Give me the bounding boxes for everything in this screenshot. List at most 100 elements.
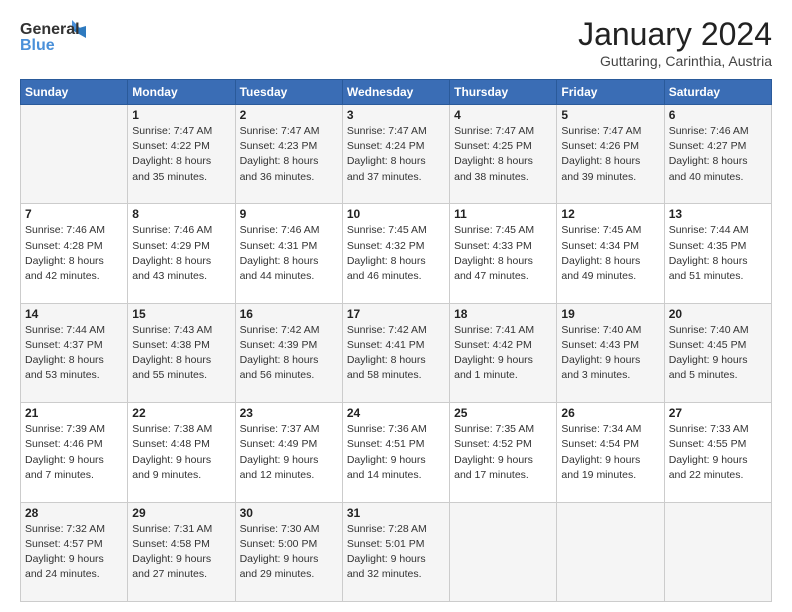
day-info: Sunrise: 7:44 AM Sunset: 4:35 PM Dayligh…: [669, 223, 767, 284]
page-header: GeneralBlue January 2024 Guttaring, Cari…: [20, 16, 772, 69]
calendar-cell: 23 Sunrise: 7:37 AM Sunset: 4:49 PM Dayli…: [235, 403, 342, 502]
day-number: 24: [347, 406, 445, 420]
day-info: Sunrise: 7:46 AM Sunset: 4:28 PM Dayligh…: [25, 223, 123, 284]
calendar-cell: 19 Sunrise: 7:40 AM Sunset: 4:43 PM Dayli…: [557, 303, 664, 402]
day-info: Sunrise: 7:38 AM Sunset: 4:48 PM Dayligh…: [132, 422, 230, 483]
day-info: Sunrise: 7:33 AM Sunset: 4:55 PM Dayligh…: [669, 422, 767, 483]
month-title: January 2024: [578, 16, 772, 53]
day-number: 8: [132, 207, 230, 221]
calendar-cell: 1 Sunrise: 7:47 AM Sunset: 4:22 PM Daylig…: [128, 105, 235, 204]
day-info: Sunrise: 7:32 AM Sunset: 4:57 PM Dayligh…: [25, 522, 123, 583]
day-number: 25: [454, 406, 552, 420]
calendar-cell: 11 Sunrise: 7:45 AM Sunset: 4:33 PM Dayli…: [450, 204, 557, 303]
day-number: 12: [561, 207, 659, 221]
day-number: 31: [347, 506, 445, 520]
header-friday: Friday: [557, 80, 664, 105]
day-info: Sunrise: 7:36 AM Sunset: 4:51 PM Dayligh…: [347, 422, 445, 483]
calendar-cell: 21 Sunrise: 7:39 AM Sunset: 4:46 PM Dayli…: [21, 403, 128, 502]
day-number: 7: [25, 207, 123, 221]
calendar-cell: 18 Sunrise: 7:41 AM Sunset: 4:42 PM Dayli…: [450, 303, 557, 402]
calendar-cell: [557, 502, 664, 601]
day-info: Sunrise: 7:45 AM Sunset: 4:33 PM Dayligh…: [454, 223, 552, 284]
calendar-cell: 5Sunrise: 7:47 AM Sunset: 4:26 PM Daylig…: [557, 105, 664, 204]
day-info: Sunrise: 7:47 AM Sunset: 4:24 PM Dayligh…: [347, 124, 445, 185]
svg-text:Blue: Blue: [20, 37, 55, 54]
day-number: 4: [454, 108, 552, 122]
calendar-cell: 4 Sunrise: 7:47 AM Sunset: 4:25 PM Daylig…: [450, 105, 557, 204]
svg-text:General: General: [20, 21, 80, 38]
calendar-cell: 16 Sunrise: 7:42 AM Sunset: 4:39 PM Dayli…: [235, 303, 342, 402]
day-info: Sunrise: 7:44 AM Sunset: 4:37 PM Dayligh…: [25, 323, 123, 384]
logo: GeneralBlue: [20, 16, 90, 54]
day-info: Sunrise: 7:47 AM Sunset: 4:23 PM Dayligh…: [240, 124, 338, 185]
day-info: Sunrise: 7:47 AM Sunset: 4:25 PM Dayligh…: [454, 124, 552, 185]
calendar-cell: 20Sunrise: 7:40 AM Sunset: 4:45 PM Dayli…: [664, 303, 771, 402]
week-row-1: 7 Sunrise: 7:46 AM Sunset: 4:28 PM Daylig…: [21, 204, 772, 303]
header-monday: Monday: [128, 80, 235, 105]
calendar-cell: 14 Sunrise: 7:44 AM Sunset: 4:37 PM Dayli…: [21, 303, 128, 402]
header-thursday: Thursday: [450, 80, 557, 105]
day-number: 11: [454, 207, 552, 221]
calendar-cell: 6 Sunrise: 7:46 AM Sunset: 4:27 PM Daylig…: [664, 105, 771, 204]
calendar-cell: 29Sunrise: 7:31 AM Sunset: 4:58 PM Dayli…: [128, 502, 235, 601]
week-row-0: 1 Sunrise: 7:47 AM Sunset: 4:22 PM Daylig…: [21, 105, 772, 204]
calendar-cell: 24 Sunrise: 7:36 AM Sunset: 4:51 PM Dayli…: [342, 403, 449, 502]
day-number: 10: [347, 207, 445, 221]
day-number: 29: [132, 506, 230, 520]
day-number: 19: [561, 307, 659, 321]
day-number: 30: [240, 506, 338, 520]
calendar-cell: 30 Sunrise: 7:30 AM Sunset: 5:00 PM Dayli…: [235, 502, 342, 601]
day-info: Sunrise: 7:47 AM Sunset: 4:22 PM Dayligh…: [132, 124, 230, 185]
calendar-cell: 26Sunrise: 7:34 AM Sunset: 4:54 PM Dayli…: [557, 403, 664, 502]
week-row-4: 28 Sunrise: 7:32 AM Sunset: 4:57 PM Dayli…: [21, 502, 772, 601]
day-info: Sunrise: 7:40 AM Sunset: 4:45 PM Dayligh…: [669, 323, 767, 384]
day-number: 18: [454, 307, 552, 321]
title-block: January 2024 Guttaring, Carinthia, Austr…: [578, 16, 772, 69]
day-number: 16: [240, 307, 338, 321]
day-info: Sunrise: 7:41 AM Sunset: 4:42 PM Dayligh…: [454, 323, 552, 384]
day-number: 23: [240, 406, 338, 420]
day-info: Sunrise: 7:34 AM Sunset: 4:54 PM Dayligh…: [561, 422, 659, 483]
day-info: Sunrise: 7:47 AM Sunset: 4:26 PM Dayligh…: [561, 124, 659, 185]
calendar-cell: [664, 502, 771, 601]
header-saturday: Saturday: [664, 80, 771, 105]
day-info: Sunrise: 7:43 AM Sunset: 4:38 PM Dayligh…: [132, 323, 230, 384]
day-number: 6: [669, 108, 767, 122]
day-number: 27: [669, 406, 767, 420]
calendar-cell: 25 Sunrise: 7:35 AM Sunset: 4:52 PM Dayli…: [450, 403, 557, 502]
day-info: Sunrise: 7:46 AM Sunset: 4:31 PM Dayligh…: [240, 223, 338, 284]
day-info: Sunrise: 7:30 AM Sunset: 5:00 PM Dayligh…: [240, 522, 338, 583]
day-info: Sunrise: 7:37 AM Sunset: 4:49 PM Dayligh…: [240, 422, 338, 483]
day-info: Sunrise: 7:42 AM Sunset: 4:39 PM Dayligh…: [240, 323, 338, 384]
day-info: Sunrise: 7:40 AM Sunset: 4:43 PM Dayligh…: [561, 323, 659, 384]
calendar-cell: 10Sunrise: 7:45 AM Sunset: 4:32 PM Dayli…: [342, 204, 449, 303]
day-number: 2: [240, 108, 338, 122]
calendar-header-row: SundayMondayTuesdayWednesdayThursdayFrid…: [21, 80, 772, 105]
day-number: 9: [240, 207, 338, 221]
calendar-cell: 7 Sunrise: 7:46 AM Sunset: 4:28 PM Daylig…: [21, 204, 128, 303]
day-info: Sunrise: 7:39 AM Sunset: 4:46 PM Dayligh…: [25, 422, 123, 483]
day-info: Sunrise: 7:35 AM Sunset: 4:52 PM Dayligh…: [454, 422, 552, 483]
header-wednesday: Wednesday: [342, 80, 449, 105]
day-number: 14: [25, 307, 123, 321]
header-tuesday: Tuesday: [235, 80, 342, 105]
day-info: Sunrise: 7:42 AM Sunset: 4:41 PM Dayligh…: [347, 323, 445, 384]
calendar-table: SundayMondayTuesdayWednesdayThursdayFrid…: [20, 79, 772, 602]
calendar-cell: 22Sunrise: 7:38 AM Sunset: 4:48 PM Dayli…: [128, 403, 235, 502]
calendar-cell: 3 Sunrise: 7:47 AM Sunset: 4:24 PM Daylig…: [342, 105, 449, 204]
day-number: 17: [347, 307, 445, 321]
day-number: 3: [347, 108, 445, 122]
day-info: Sunrise: 7:45 AM Sunset: 4:34 PM Dayligh…: [561, 223, 659, 284]
day-number: 28: [25, 506, 123, 520]
week-row-2: 14 Sunrise: 7:44 AM Sunset: 4:37 PM Dayli…: [21, 303, 772, 402]
logo-icon: GeneralBlue: [20, 16, 90, 54]
day-number: 15: [132, 307, 230, 321]
calendar-cell: 31Sunrise: 7:28 AM Sunset: 5:01 PM Dayli…: [342, 502, 449, 601]
calendar-cell: 12 Sunrise: 7:45 AM Sunset: 4:34 PM Dayli…: [557, 204, 664, 303]
day-number: 21: [25, 406, 123, 420]
calendar-cell: 13Sunrise: 7:44 AM Sunset: 4:35 PM Dayli…: [664, 204, 771, 303]
day-number: 1: [132, 108, 230, 122]
day-info: Sunrise: 7:46 AM Sunset: 4:27 PM Dayligh…: [669, 124, 767, 185]
calendar-cell: [21, 105, 128, 204]
calendar-cell: 2 Sunrise: 7:47 AM Sunset: 4:23 PM Daylig…: [235, 105, 342, 204]
